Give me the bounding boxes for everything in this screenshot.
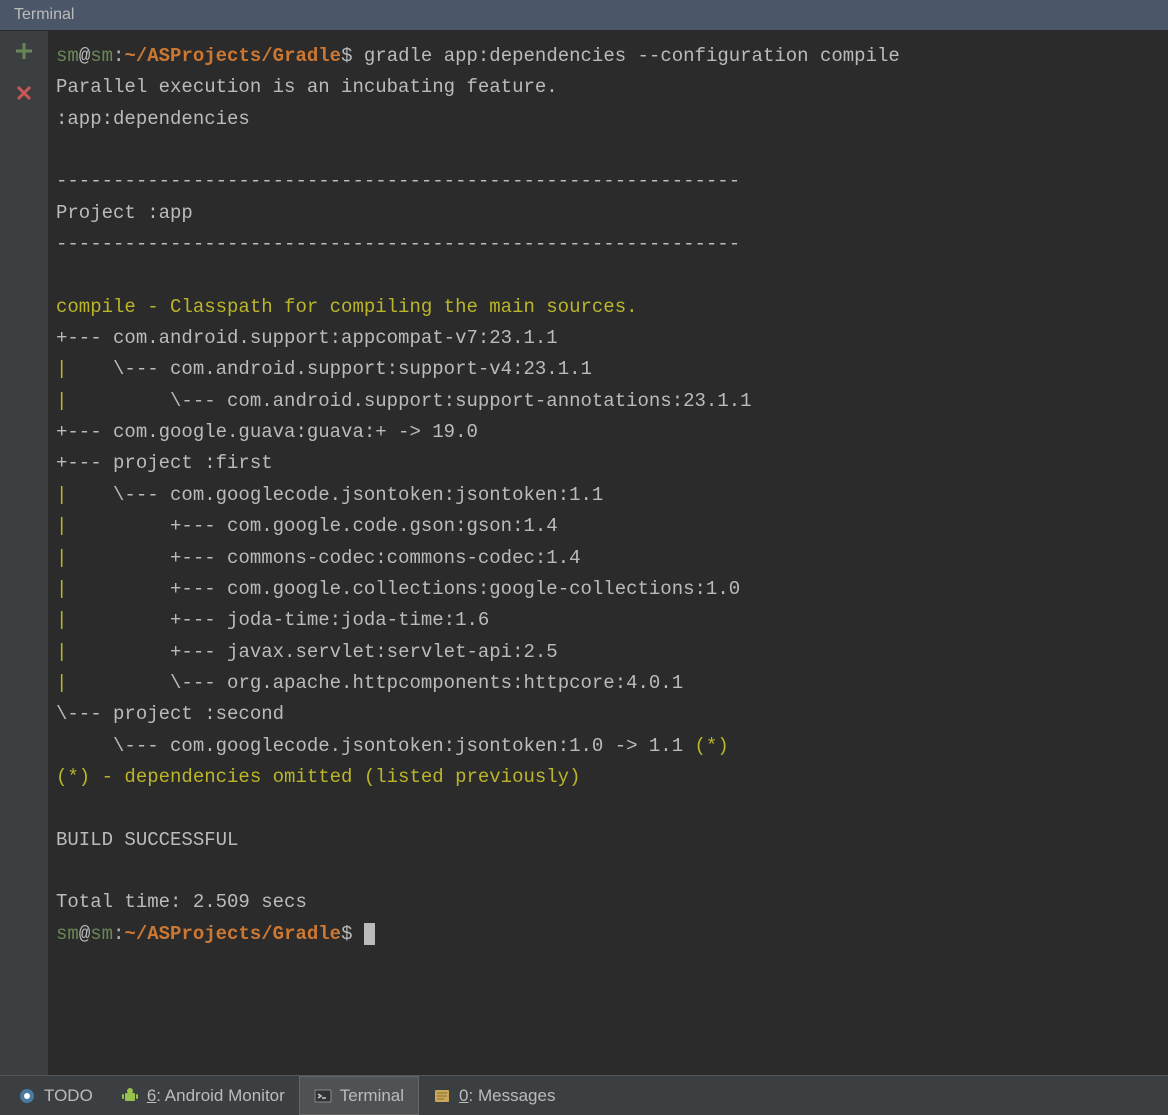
divider: ----------------------------------------… [56, 233, 740, 255]
prompt-host: sm [90, 923, 113, 945]
tab-android-monitor[interactable]: 6: Android Monitor [107, 1076, 299, 1115]
prompt-at: @ [79, 45, 90, 67]
messages-icon [433, 1087, 451, 1105]
tab-label: Terminal [340, 1086, 404, 1106]
tab-messages[interactable]: 0: Messages [419, 1076, 569, 1115]
panel-title: Terminal [14, 6, 74, 23]
panel-header: Terminal [0, 0, 1168, 31]
terminal-output[interactable]: sm@sm:~/ASProjects/Gradle$ gradle app:de… [48, 31, 1168, 1075]
compile-desc: compile - Classpath for compiling the ma… [56, 296, 638, 318]
cursor [364, 923, 375, 945]
prompt-dollar: $ [341, 923, 352, 945]
prompt-dollar: $ [341, 45, 352, 67]
tab-number: 6: Android Monitor [147, 1086, 285, 1106]
output-line: Parallel execution is an incubating feat… [56, 76, 558, 98]
terminal-sidebar [0, 31, 48, 1075]
project-line: Project :app [56, 202, 193, 224]
prompt-at: @ [79, 923, 90, 945]
command-text: gradle app:dependencies --configuration … [364, 45, 900, 67]
tab-label: TODO [44, 1086, 93, 1106]
tab-todo[interactable]: TODO [4, 1076, 107, 1115]
divider: ----------------------------------------… [56, 170, 740, 192]
prompt-colon: : [113, 923, 124, 945]
close-session-icon[interactable] [12, 81, 36, 105]
tab-terminal[interactable]: Terminal [299, 1076, 419, 1115]
android-icon [121, 1087, 139, 1105]
terminal-icon [314, 1087, 332, 1105]
new-session-icon[interactable] [12, 39, 36, 63]
prompt-colon: : [113, 45, 124, 67]
omitted-note: (*) - dependencies omitted (listed previ… [56, 766, 581, 788]
bottom-toolbar: TODO 6: Android Monitor Terminal 0: Mess… [0, 1075, 1168, 1115]
dependency-tree: +--- com.android.support:appcompat-v7:23… [56, 327, 752, 756]
todo-icon [18, 1087, 36, 1105]
build-status: BUILD SUCCESSFUL [56, 829, 238, 851]
prompt-user: sm [56, 923, 79, 945]
tab-number: 0: Messages [459, 1086, 555, 1106]
prompt-host: sm [90, 45, 113, 67]
prompt-user: sm [56, 45, 79, 67]
total-time: Total time: 2.509 secs [56, 891, 307, 913]
prompt-path: ~/ASProjects/Gradle [124, 45, 341, 67]
output-line: :app:dependencies [56, 108, 250, 130]
prompt-path: ~/ASProjects/Gradle [124, 923, 341, 945]
main-area: sm@sm:~/ASProjects/Gradle$ gradle app:de… [0, 31, 1168, 1075]
